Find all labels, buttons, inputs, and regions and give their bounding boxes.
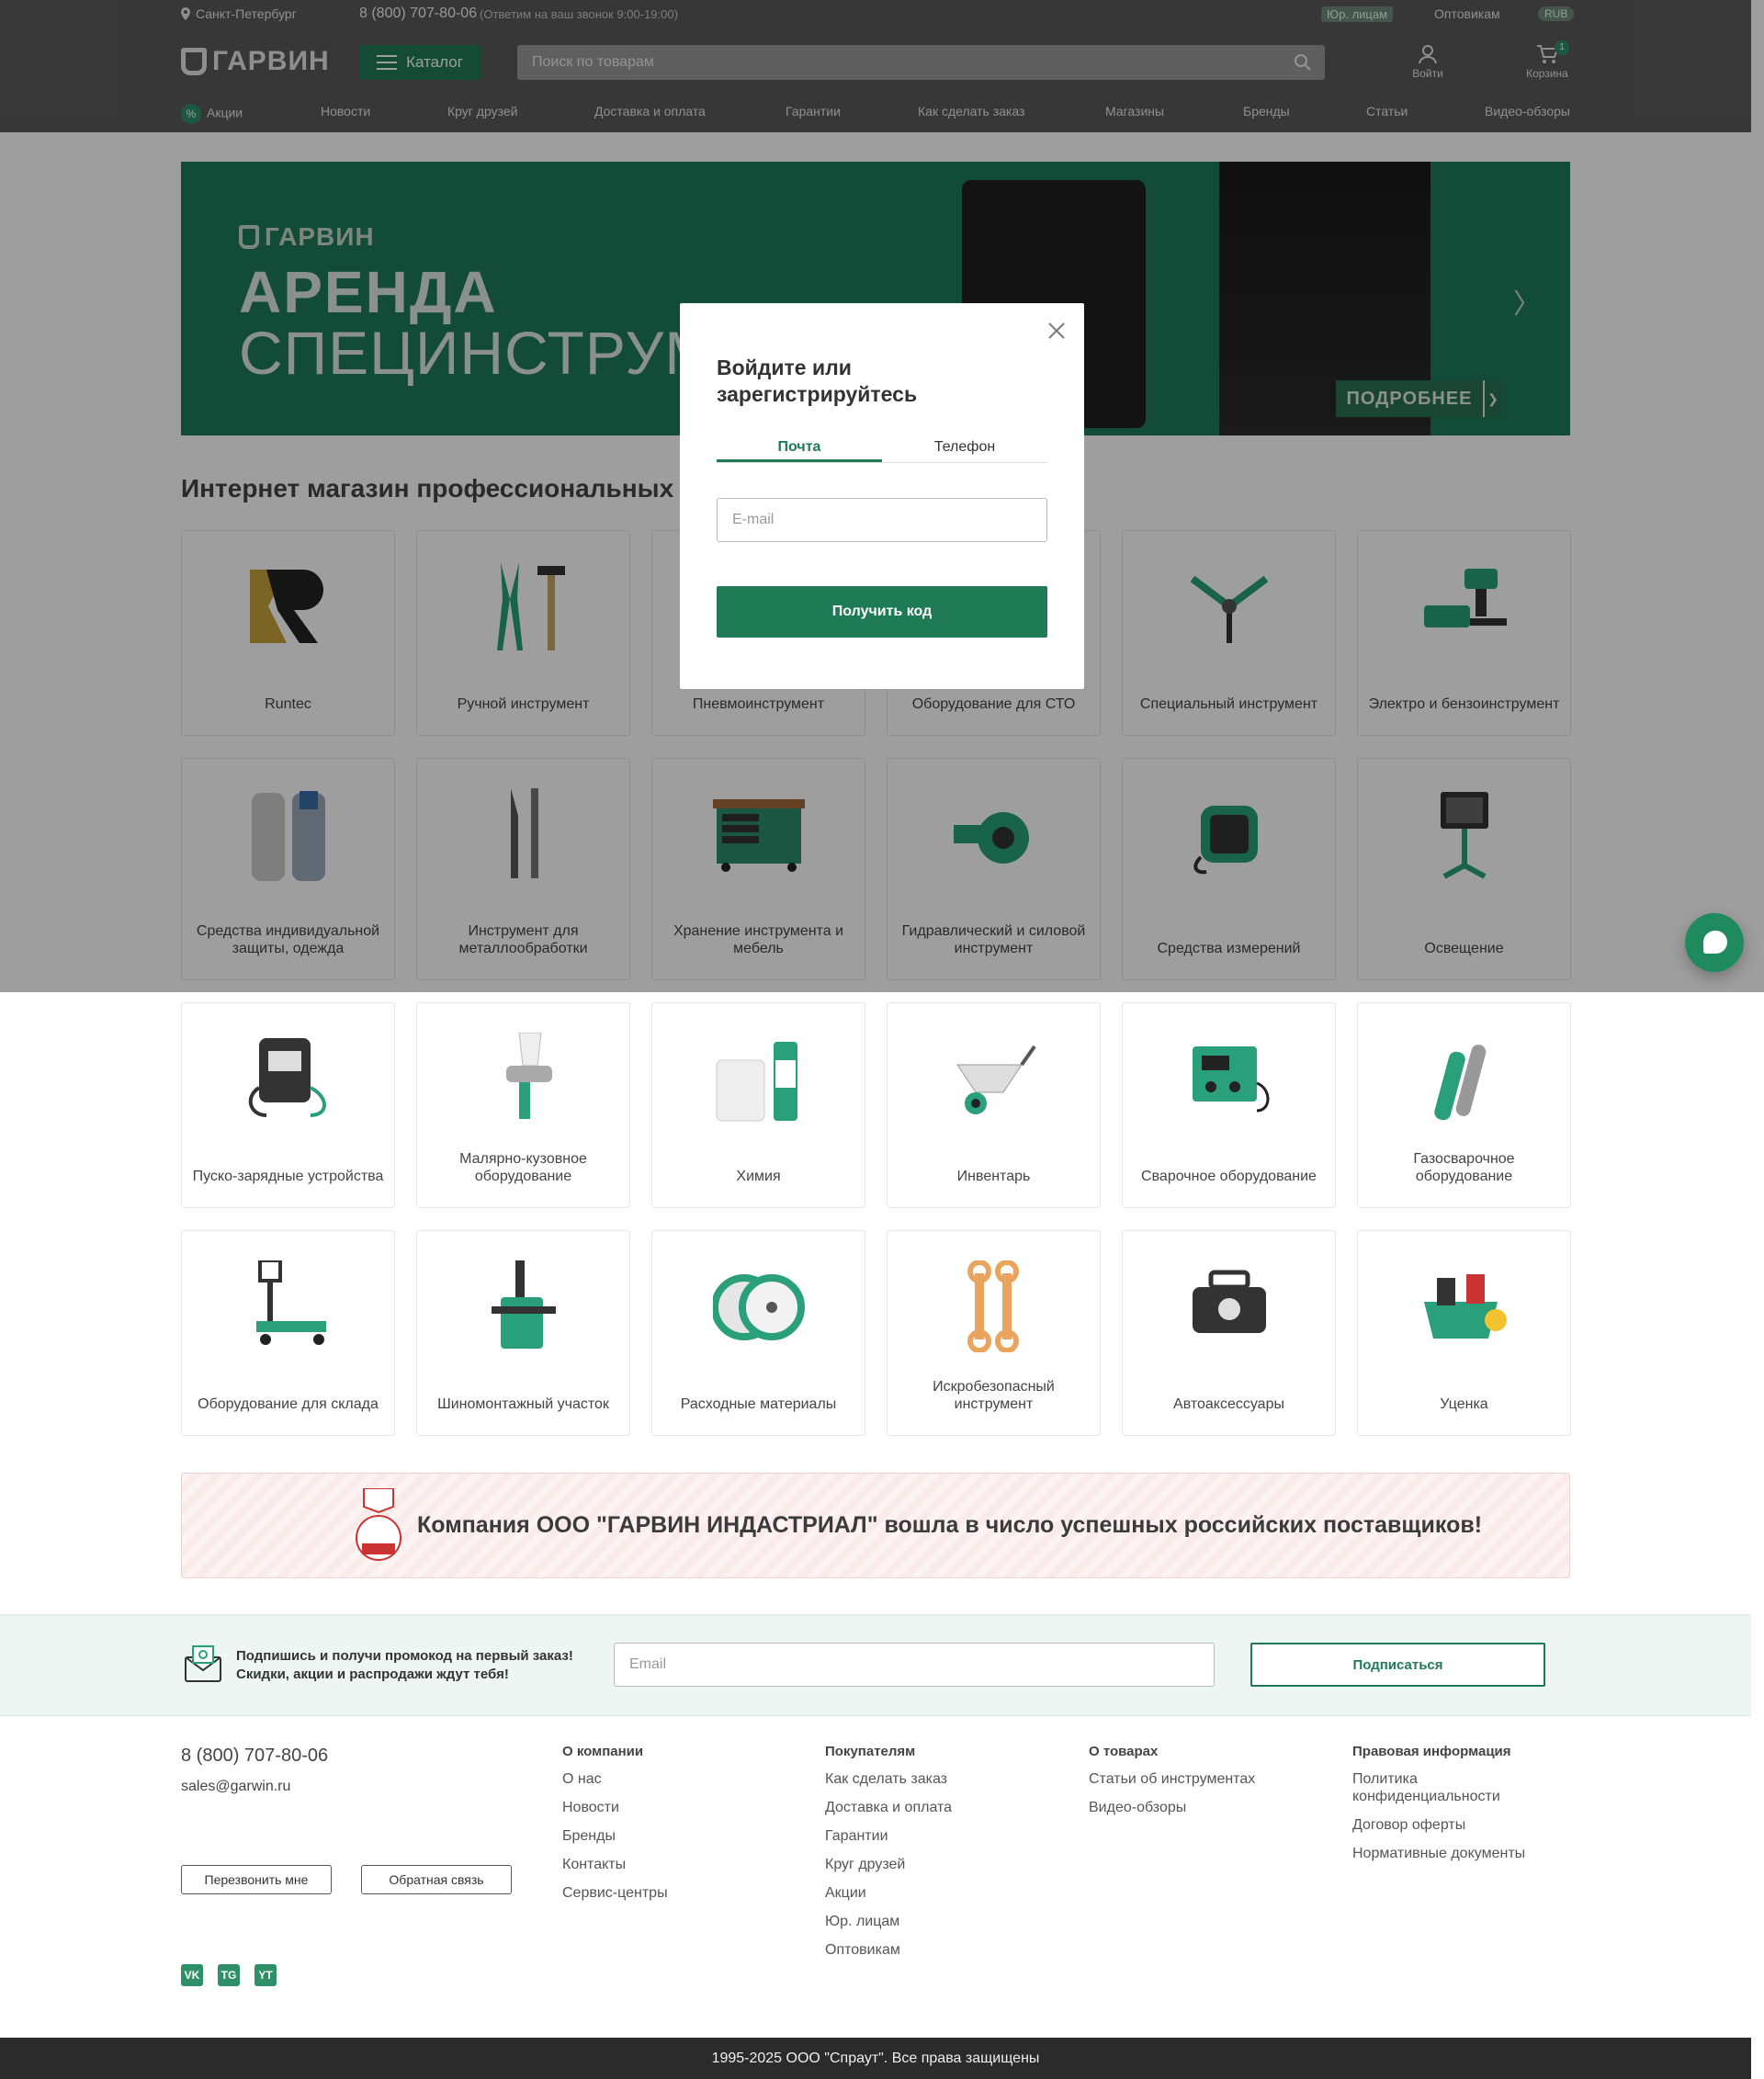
category-card[interactable]: Уценка: [1357, 1230, 1571, 1436]
category-card[interactable]: Расходные материалы: [651, 1230, 865, 1436]
gas-welding-icon: [1419, 1033, 1510, 1124]
close-icon[interactable]: [1047, 322, 1066, 340]
supplier-award-text: Компания ООО "ГАРВИН ИНДАСТРИАЛ" вошла в…: [417, 1512, 1483, 1538]
chat-bubble-icon: [1703, 931, 1727, 954]
spray-gun-icon: [478, 1033, 570, 1124]
footer-col-title: Правовая информация: [1352, 1744, 1511, 1759]
footer-link[interactable]: Гарантии: [825, 1827, 952, 1845]
category-card[interactable]: Шиномонтажный участок: [416, 1230, 630, 1436]
login-tabs: Почта Телефон: [717, 432, 1047, 463]
category-card[interactable]: Газосварочное оборудование: [1357, 1002, 1571, 1208]
welder-icon: [1183, 1033, 1275, 1124]
category-card[interactable]: Химия: [651, 1002, 865, 1208]
footer-link[interactable]: Как сделать заказ: [825, 1770, 952, 1788]
callback-button[interactable]: Перезвонить мне: [181, 1865, 332, 1894]
chemicals-icon: [713, 1033, 805, 1124]
spark-free-wrench-icon: [948, 1260, 1040, 1352]
vk-icon[interactable]: VK: [181, 1964, 203, 1986]
footer-col-products: О товарах Статьи об инструментах Видео-о…: [1089, 1744, 1255, 1827]
footer-link[interactable]: О нас: [562, 1770, 668, 1788]
discount-basket-icon: [1419, 1260, 1510, 1352]
footer-link[interactable]: Новости: [562, 1799, 668, 1816]
category-card[interactable]: Искробезопасный инструмент: [887, 1230, 1101, 1436]
pallet-jack-icon: [243, 1260, 334, 1352]
footer-email[interactable]: sales@garwin.ru: [181, 1779, 290, 1795]
air-compressor-icon: [1183, 1260, 1275, 1352]
footer-link[interactable]: Политика конфиденциальности: [1352, 1770, 1555, 1805]
footer-link[interactable]: Акции: [825, 1884, 952, 1902]
footer-link[interactable]: Оптовикам: [825, 1941, 952, 1959]
login-modal: Войдите или зарегистрируйтесь Почта Теле…: [680, 303, 1084, 689]
footer-col-title: Покупателям: [825, 1744, 916, 1759]
email-field[interactable]: [717, 498, 1047, 542]
footer-link[interactable]: Сервис-центры: [562, 1884, 668, 1902]
footer-link[interactable]: Нормативные документы: [1352, 1845, 1555, 1862]
feedback-button[interactable]: Обратная связь: [361, 1865, 512, 1894]
mail-icon: [185, 1645, 221, 1682]
wheelbarrow-icon: [948, 1033, 1040, 1124]
footer-link[interactable]: Статьи об инструментах: [1089, 1770, 1255, 1788]
footer-col-company: О компании О нас Новости Бренды Контакты…: [562, 1744, 668, 1913]
newsletter-section: Подпишись и получи промокод на первый за…: [0, 1614, 1751, 1716]
telegram-icon[interactable]: TG: [218, 1964, 240, 1986]
tab-email[interactable]: Почта: [717, 432, 882, 462]
subscribe-email-field[interactable]: [614, 1643, 1215, 1687]
category-card[interactable]: Сварочное оборудование: [1122, 1002, 1336, 1208]
footer-link[interactable]: Круг друзей: [825, 1856, 952, 1873]
supplier-award-banner[interactable]: Компания ООО "ГАРВИН ИНДАСТРИАЛ" вошла в…: [181, 1473, 1570, 1578]
tab-phone[interactable]: Телефон: [882, 432, 1047, 462]
modal-title: Войдите или зарегистрируйтесь: [717, 356, 918, 406]
cutting-disc-icon: [713, 1260, 805, 1352]
jump-starter-icon: [243, 1033, 334, 1124]
subscribe-headline: Подпишись и получи промокод на первый за…: [236, 1648, 573, 1664]
get-code-button[interactable]: Получить код: [717, 586, 1047, 638]
footer-link[interactable]: Видео-обзоры: [1089, 1799, 1255, 1816]
chat-button[interactable]: [1685, 913, 1744, 972]
footer-link[interactable]: Юр. лицам: [825, 1913, 952, 1930]
footer-col-legal: Правовая информация Политика конфиденциа…: [1352, 1744, 1555, 1873]
footer-col-title: О товарах: [1089, 1744, 1159, 1759]
footer-col-buyers: Покупателям Как сделать заказ Доставка и…: [825, 1744, 952, 1970]
category-card[interactable]: Автоаксессуары: [1122, 1230, 1336, 1436]
subscribe-subline: Скидки, акции и распродажи ждут тебя!: [236, 1667, 509, 1682]
category-card[interactable]: Оборудование для склада: [181, 1230, 395, 1436]
tire-changer-icon: [478, 1260, 570, 1352]
copyright-bar: 1995-2025 ООО "Спраут". Все права защище…: [0, 2038, 1751, 2079]
category-card[interactable]: Инвентарь: [887, 1002, 1101, 1208]
award-badge-icon: [356, 1488, 401, 1561]
youtube-icon[interactable]: YT: [254, 1964, 277, 1986]
footer-phone[interactable]: 8 (800) 707-80-06: [181, 1746, 328, 1767]
category-card[interactable]: Малярно-кузовное оборудование: [416, 1002, 630, 1208]
subscribe-button[interactable]: Подписаться: [1250, 1643, 1545, 1687]
footer-link[interactable]: Доставка и оплата: [825, 1799, 952, 1816]
footer-link[interactable]: Бренды: [562, 1827, 668, 1845]
category-card[interactable]: Пуско-зарядные устройства: [181, 1002, 395, 1208]
footer-link[interactable]: Контакты: [562, 1856, 668, 1873]
footer-link[interactable]: Договор оферты: [1352, 1816, 1555, 1834]
footer-col-title: О компании: [562, 1744, 644, 1759]
